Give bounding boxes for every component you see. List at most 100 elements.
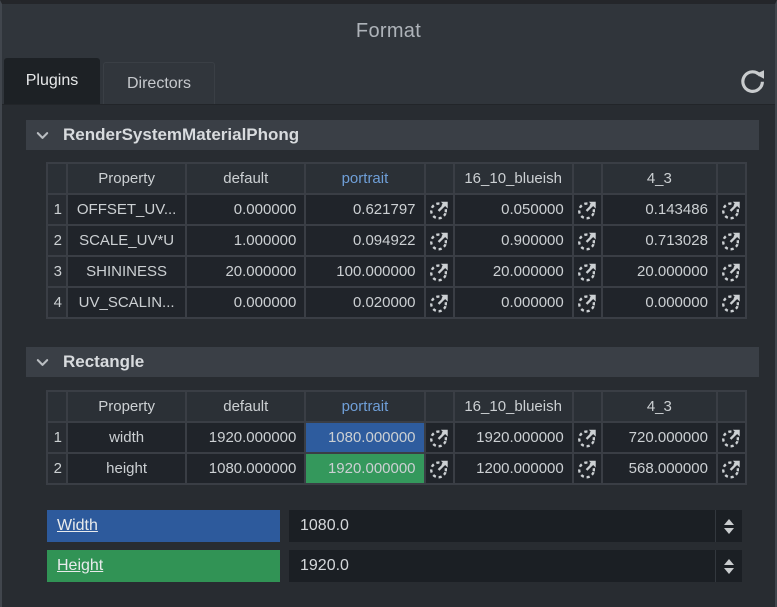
reset-button[interactable] (426, 423, 453, 452)
tab-directors[interactable]: Directors (103, 62, 215, 104)
reset-button[interactable] (574, 195, 601, 224)
4-3-value-cell[interactable]: 568.000000 (603, 454, 716, 483)
4-3-value-cell[interactable]: 0.000000 (603, 288, 716, 317)
reset-button[interactable] (718, 257, 745, 286)
col-header-property[interactable]: Property (68, 392, 185, 421)
chevron-down-icon (35, 128, 50, 143)
table-row: 2 height 1080.000000 1920.000000 1200.00… (48, 454, 745, 483)
reset-button[interactable] (574, 257, 601, 286)
default-value-cell[interactable]: 1920.000000 (187, 423, 304, 452)
dimension-fields: Width Height (47, 510, 742, 582)
spin-up-icon[interactable] (724, 559, 734, 565)
col-header-spacer (718, 392, 745, 421)
default-value-cell[interactable]: 0.000000 (187, 288, 304, 317)
reset-button[interactable] (574, 226, 601, 255)
reset-button[interactable] (718, 226, 745, 255)
blueish-value-cell[interactable]: 0.900000 (455, 226, 572, 255)
4-3-value-cell[interactable]: 720.000000 (603, 423, 716, 452)
reset-icon (576, 199, 598, 221)
portrait-value-cell-selected[interactable]: 1920.000000 (306, 454, 423, 483)
col-header-16-10-blueish[interactable]: 16_10_blueish (455, 392, 572, 421)
blueish-value-cell[interactable]: 1200.000000 (455, 454, 572, 483)
reset-button[interactable] (426, 195, 453, 224)
reset-button[interactable] (426, 288, 453, 317)
default-value-cell[interactable]: 20.000000 (187, 257, 304, 286)
blueish-value-cell[interactable]: 0.050000 (455, 195, 572, 224)
spin-up-icon[interactable] (724, 519, 734, 525)
portrait-value-cell[interactable]: 0.094922 (306, 226, 423, 255)
section-header-rendersystemmaterialphong[interactable]: RenderSystemMaterialPhong (26, 120, 759, 150)
material-phong-table: Property default portrait 16_10_blueish … (46, 162, 747, 319)
portrait-value-cell[interactable]: 0.621797 (306, 195, 423, 224)
format-panel: Format Plugins Directors RenderSystemMat… (0, 0, 777, 607)
col-header-4-3[interactable]: 4_3 (603, 392, 716, 421)
reset-button[interactable] (574, 288, 601, 317)
tab-directors-label: Directors (127, 75, 191, 93)
height-input[interactable] (289, 550, 715, 582)
reset-icon (428, 261, 450, 283)
row-number: 4 (48, 288, 66, 317)
section-header-rectangle[interactable]: Rectangle (26, 347, 759, 377)
col-header-default[interactable]: default (187, 392, 304, 421)
reset-button[interactable] (426, 226, 453, 255)
content-area: RenderSystemMaterialPhong Property defau… (2, 104, 775, 607)
portrait-value-cell-selected[interactable]: 1080.000000 (306, 423, 423, 452)
default-value-cell[interactable]: 0.000000 (187, 195, 304, 224)
tab-plugins-label: Plugins (26, 72, 78, 90)
width-label[interactable]: Width (47, 510, 280, 542)
4-3-value-cell[interactable]: 0.143486 (603, 195, 716, 224)
reset-button[interactable] (718, 195, 745, 224)
portrait-value-cell[interactable]: 0.020000 (306, 288, 423, 317)
row-number: 3 (48, 257, 66, 286)
4-3-value-cell[interactable]: 20.000000 (603, 257, 716, 286)
col-header-default[interactable]: default (187, 164, 304, 193)
4-3-value-cell[interactable]: 0.713028 (603, 226, 716, 255)
reset-icon (720, 427, 742, 449)
reset-button[interactable] (718, 423, 745, 452)
height-spin-buttons (715, 550, 742, 582)
height-label[interactable]: Height (47, 550, 280, 582)
property-cell: SCALE_UV*U (68, 226, 185, 255)
reset-button[interactable] (718, 288, 745, 317)
reset-icon (576, 261, 598, 283)
reset-icon (428, 427, 450, 449)
col-header-portrait[interactable]: portrait (306, 164, 423, 193)
section-title: RenderSystemMaterialPhong (63, 125, 299, 145)
reset-button[interactable] (426, 257, 453, 286)
reset-icon (576, 427, 598, 449)
height-field-row: Height (47, 550, 742, 582)
tab-bar: Plugins Directors (2, 58, 775, 104)
blueish-value-cell[interactable]: 20.000000 (455, 257, 572, 286)
col-header-spacer (574, 164, 601, 193)
spin-down-icon[interactable] (724, 528, 734, 534)
property-cell: SHININESS (68, 257, 185, 286)
reset-icon (428, 458, 450, 480)
refresh-button[interactable] (735, 64, 769, 98)
chevron-down-icon (35, 355, 50, 370)
row-number: 2 (48, 454, 66, 483)
col-header-spacer (426, 164, 453, 193)
blueish-value-cell[interactable]: 0.000000 (455, 288, 572, 317)
row-number: 2 (48, 226, 66, 255)
reset-icon (720, 261, 742, 283)
default-value-cell[interactable]: 1080.000000 (187, 454, 304, 483)
col-header-property[interactable]: Property (68, 164, 185, 193)
reset-icon (428, 199, 450, 221)
default-value-cell[interactable]: 1.000000 (187, 226, 304, 255)
property-cell: height (68, 454, 185, 483)
tab-plugins[interactable]: Plugins (4, 58, 100, 104)
col-header-4-3[interactable]: 4_3 (603, 164, 716, 193)
blueish-value-cell[interactable]: 1920.000000 (455, 423, 572, 452)
col-header-16-10-blueish[interactable]: 16_10_blueish (455, 164, 572, 193)
portrait-value-cell[interactable]: 100.000000 (306, 257, 423, 286)
spin-down-icon[interactable] (724, 568, 734, 574)
rectangle-table: Property default portrait 16_10_blueish … (46, 390, 747, 485)
table-row: 3 SHININESS 20.000000 100.000000 20.0000… (48, 257, 745, 286)
col-header-portrait[interactable]: portrait (306, 392, 423, 421)
reset-button[interactable] (426, 454, 453, 483)
reset-button[interactable] (718, 454, 745, 483)
reset-button[interactable] (574, 423, 601, 452)
width-input[interactable] (289, 510, 715, 542)
reset-button[interactable] (574, 454, 601, 483)
table-row: 2 SCALE_UV*U 1.000000 0.094922 0.900000 … (48, 226, 745, 255)
